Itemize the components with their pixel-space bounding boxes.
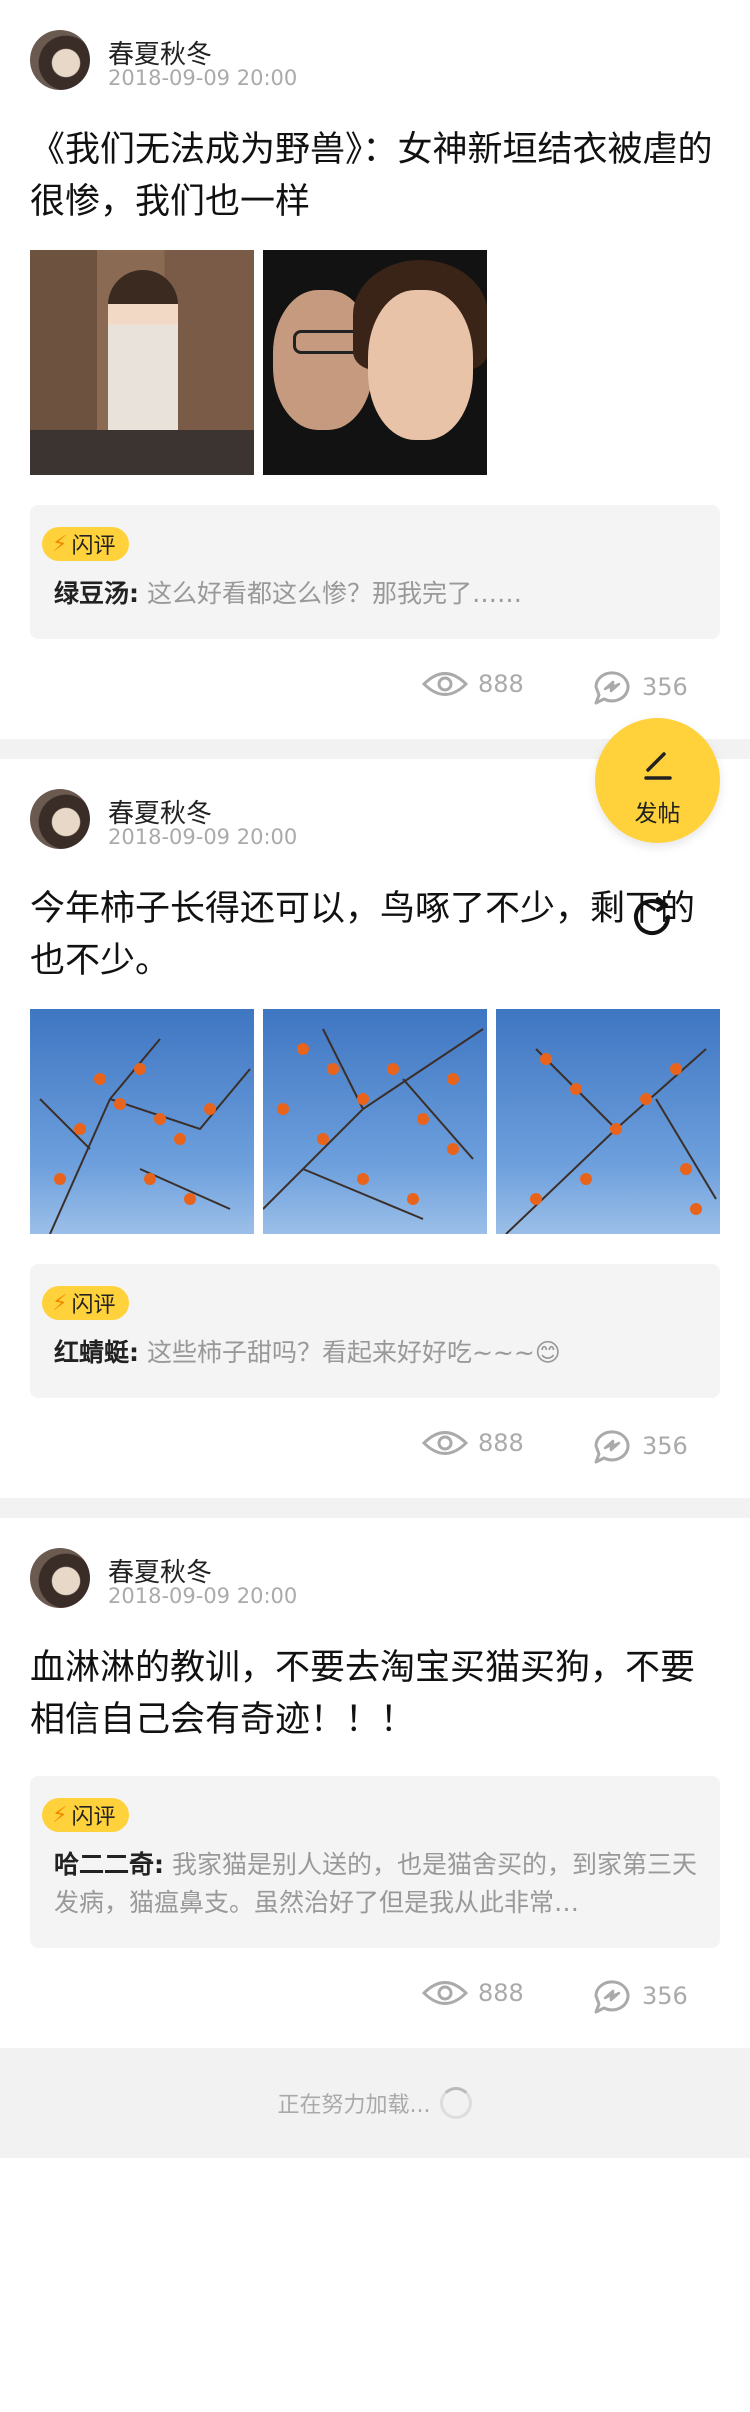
post-time: 2018-09-09 20:00	[108, 66, 298, 90]
avatar[interactable]	[30, 1548, 90, 1608]
comment-author: 红蜻蜓:	[54, 1338, 139, 1367]
flash-comment-badge: ⚡ 闪评	[42, 1286, 130, 1320]
flash-comment-box[interactable]: ⚡ 闪评 红蜻蜓: 这些柿子甜吗？看起来好好吃~~~😊	[30, 1264, 720, 1398]
post-fab-label: 发帖	[634, 801, 681, 827]
comment-text: 红蜻蜓: 这些柿子甜吗？看起来好好吃~~~😊	[42, 1334, 698, 1372]
post-fab-button[interactable]: 发帖	[595, 718, 720, 843]
flash-comment-badge: ⚡ 闪评	[42, 527, 130, 561]
post-stats: 888 356	[30, 639, 720, 739]
post-time: 2018-09-09 20:00	[108, 1584, 298, 1608]
spinner-icon	[440, 2087, 473, 2119]
comment-body: 这些柿子甜吗？看起来好好吃~~~😊	[146, 1338, 561, 1367]
post-photos	[30, 250, 720, 475]
badge-label: 闪评	[71, 1805, 116, 1830]
post-stats: 888 356	[30, 1948, 720, 2048]
post-author: 春夏秋冬 2018-09-09 20:00	[30, 1518, 720, 1618]
refresh-icon	[634, 897, 670, 935]
lightning-icon: ⚡	[52, 1290, 68, 1316]
flash-comment-box[interactable]: ⚡ 闪评 哈二二奇: 我家猫是别人送的，也是猫舍买的，到家第三天发病，猫瘟鼻支。…	[30, 1776, 720, 1948]
comment-text: 绿豆汤: 这么好看都这么惨？那我完了……	[42, 575, 698, 613]
comment-author: 哈二二奇:	[54, 1850, 164, 1879]
view-count-value: 888	[478, 1979, 524, 2007]
view-count: 888	[422, 1428, 524, 1458]
comment-author: 绿豆汤:	[54, 579, 139, 608]
eye-icon	[422, 1431, 468, 1455]
share-count-value: 356	[642, 673, 688, 701]
post-author: 春夏秋冬 2018-09-09 20:00	[30, 0, 720, 100]
badge-label: 闪评	[71, 1293, 116, 1318]
badge-label: 闪评	[71, 534, 116, 559]
avatar[interactable]	[30, 789, 90, 849]
post-card[interactable]: 春夏秋冬 2018-09-09 20:00 血淋淋的教训，不要去淘宝买猫买狗，不…	[0, 1518, 750, 2048]
view-count: 888	[422, 1978, 524, 2008]
post-photo[interactable]	[30, 1009, 254, 1234]
eye-icon	[422, 672, 468, 696]
comment-text: 哈二二奇: 我家猫是别人送的，也是猫舍买的，到家第三天发病，猫瘟鼻支。虽然治好了…	[42, 1846, 698, 1922]
avatar[interactable]	[30, 30, 90, 90]
share-icon	[594, 1980, 630, 2014]
view-count-value: 888	[478, 1429, 524, 1457]
pen-icon	[644, 752, 672, 780]
post-photo[interactable]	[496, 1009, 720, 1234]
refresh-button[interactable]	[628, 893, 676, 941]
post-photo[interactable]	[263, 1009, 487, 1234]
share-count-value: 356	[642, 1432, 688, 1460]
lightning-icon: ⚡	[52, 1802, 68, 1828]
view-count-value: 888	[478, 670, 524, 698]
view-count: 888	[422, 669, 524, 699]
post-photo[interactable]	[30, 250, 254, 475]
share-icon	[594, 1430, 630, 1464]
flash-comment-badge: ⚡ 闪评	[42, 1798, 130, 1832]
share-count[interactable]: 356	[592, 1428, 688, 1464]
post-title[interactable]: 血淋淋的教训，不要去淘宝买猫买狗，不要相信自己会有奇迹！！！	[30, 1642, 720, 1746]
flash-comment-box[interactable]: ⚡ 闪评 绿豆汤: 这么好看都这么惨？那我完了……	[30, 505, 720, 639]
post-time: 2018-09-09 20:00	[108, 825, 298, 849]
lightning-icon: ⚡	[52, 531, 68, 557]
post-title[interactable]: 《我们无法成为野兽》：女神新垣结衣被虐的很惨，我们也一样	[30, 124, 720, 228]
loading-text: 正在努力加载...	[277, 2093, 431, 2118]
divider	[0, 1498, 750, 1518]
share-icon	[594, 671, 630, 705]
share-count[interactable]: 356	[592, 669, 688, 705]
share-count-value: 356	[642, 1982, 688, 2010]
post-title[interactable]: 今年柿子长得还可以，鸟啄了不少，剩下的也不少。	[30, 883, 720, 987]
share-count[interactable]: 356	[592, 1978, 688, 2014]
post-photo[interactable]	[263, 250, 487, 475]
post-card[interactable]: 春夏秋冬 2018-09-09 20:00 今年柿子长得还可以，鸟啄了不少，剩下…	[0, 759, 750, 1498]
post-card[interactable]: 春夏秋冬 2018-09-09 20:00 《我们无法成为野兽》：女神新垣结衣被…	[0, 0, 750, 739]
post-stats: 888 356	[30, 1398, 720, 1498]
eye-icon	[422, 1981, 468, 2005]
post-photos	[30, 1009, 720, 1234]
loading-indicator: 正在努力加载...	[0, 2048, 750, 2158]
comment-body: 这么好看都这么惨？那我完了……	[146, 579, 522, 608]
